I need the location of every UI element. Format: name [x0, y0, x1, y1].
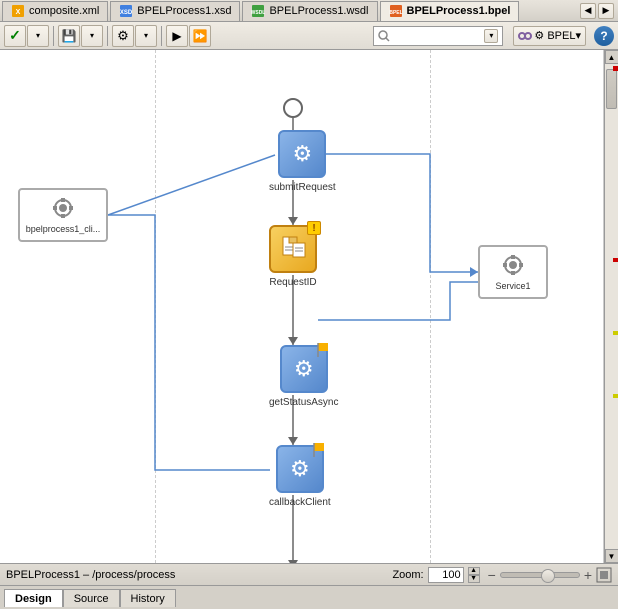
run2-btn[interactable]: ⏩	[189, 25, 211, 47]
search-icon	[378, 30, 390, 42]
title-bar: X composite.xml XSD BPELProcess1.xsd WSD…	[0, 0, 618, 22]
canvas[interactable]: ⚙ submitRequest ! RequestID	[0, 50, 604, 563]
node-submit-request[interactable]: ⚙ submitRequest	[269, 130, 336, 193]
zoom-area: Zoom: ▲ ▼	[392, 567, 479, 583]
scroll-marker-red-top	[613, 66, 618, 71]
zoom-in-icon[interactable]: +	[584, 567, 592, 583]
xml-icon: X	[11, 4, 25, 18]
sep1	[53, 26, 54, 46]
node-callback[interactable]: ⚙ callbackClient	[269, 445, 331, 508]
ext-box-bpelclient[interactable]: bpelprocess1_cli...	[18, 188, 108, 242]
v-scrollbar: ▲ ▼	[604, 50, 618, 563]
gear-icon-ext	[51, 196, 75, 220]
scroll-marker-red-mid	[613, 258, 618, 262]
save-btn[interactable]: 💾	[58, 25, 80, 47]
svc-box-service1[interactable]: Service1	[478, 245, 548, 299]
node-box-submit[interactable]: ⚙	[278, 130, 326, 178]
node-label-callback: callbackClient	[269, 497, 331, 508]
xsd-icon: XSD	[119, 4, 133, 18]
bottom-tab-history[interactable]: History	[120, 589, 176, 607]
doc-icon	[279, 235, 307, 263]
ext-box-label: bpelprocess1_cli...	[26, 224, 101, 234]
zoom-fit-icon[interactable]	[596, 567, 612, 583]
gear-icon-callback: ⚙	[290, 456, 310, 482]
node-box-request[interactable]: !	[269, 225, 317, 273]
zoom-slider[interactable]	[500, 572, 580, 578]
win-next-btn[interactable]: ▶	[598, 3, 614, 19]
node-label-status: getStatusAsync	[269, 397, 338, 408]
search-box: ▾	[373, 26, 503, 46]
sep2	[107, 26, 108, 46]
search-dd-btn[interactable]: ▾	[484, 29, 498, 43]
zoom-slider-thumb[interactable]	[541, 569, 555, 583]
node-box-callback[interactable]: ⚙	[276, 445, 324, 493]
win-prev-btn[interactable]: ◀	[580, 3, 596, 19]
bpel-menu-btn[interactable]: ⚙ BPEL▾	[513, 26, 586, 46]
scroll-thumb[interactable]	[606, 69, 617, 109]
toolbar: ✓ ▾ 💾 ▾ ⚙ ▾ ▶ ⏩ ▾ ⚙ BPEL▾ ?	[0, 22, 618, 50]
bottom-tabs: Design Source History	[0, 585, 618, 607]
gear-icon-svc	[501, 253, 525, 277]
gear-btn[interactable]: ⚙	[112, 25, 134, 47]
scroll-down-btn[interactable]: ▼	[605, 549, 618, 563]
zoom-up-btn[interactable]: ▲	[468, 567, 480, 575]
svg-text:BPEL: BPEL	[389, 10, 402, 16]
node-label-submit: submitRequest	[269, 182, 336, 193]
wsdl-icon: WSDL	[251, 4, 265, 18]
sep3	[161, 26, 162, 46]
status-path: BPELProcess1 – /process/process	[6, 569, 384, 581]
scroll-marker-yellow	[613, 331, 618, 335]
gear-icon-submit: ⚙	[292, 141, 312, 167]
zoom-input[interactable]	[428, 567, 464, 583]
zoom-label: Zoom:	[392, 569, 423, 581]
bpel-icon: BPEL	[389, 4, 403, 18]
zoom-out-icon[interactable]: −	[488, 567, 496, 583]
node-request-id[interactable]: ! RequestID	[269, 225, 317, 288]
main-area: ⚙ submitRequest ! RequestID	[0, 50, 618, 563]
lane-line-right	[430, 50, 431, 563]
warning-badge: !	[307, 221, 321, 235]
help-btn[interactable]: ?	[594, 26, 614, 46]
scroll-marker-yellow2	[613, 394, 618, 398]
node-label-request: RequestID	[269, 277, 316, 288]
svg-text:X: X	[16, 9, 21, 16]
slider-area: − +	[488, 567, 612, 583]
gear-icon-status: ⚙	[294, 356, 314, 382]
flag-badge-status	[317, 342, 331, 361]
svg-text:WSDL: WSDL	[251, 10, 265, 16]
tab-composite-xml[interactable]: X composite.xml	[2, 1, 108, 21]
run-btn[interactable]: ▶	[166, 25, 188, 47]
svg-text:XSD: XSD	[120, 10, 133, 16]
chain-icon	[518, 29, 532, 43]
status-bar: BPELProcess1 – /process/process Zoom: ▲ …	[0, 563, 618, 585]
bottom-tab-source[interactable]: Source	[63, 589, 120, 607]
tab-wsdl[interactable]: WSDL BPELProcess1.wsdl	[242, 1, 377, 21]
svc-label: Service1	[495, 281, 530, 291]
search-input[interactable]	[392, 30, 482, 42]
gear-dd-btn[interactable]: ▾	[135, 25, 157, 47]
node-get-status[interactable]: ⚙ getStatusAsync	[269, 345, 338, 408]
dropdown-arrow-btn[interactable]: ▾	[27, 25, 49, 47]
start-node[interactable]	[283, 98, 303, 118]
scroll-up-btn[interactable]: ▲	[605, 50, 618, 64]
flag-badge-callback	[313, 442, 327, 461]
node-box-status[interactable]: ⚙	[280, 345, 328, 393]
bottom-tab-design[interactable]: Design	[4, 589, 63, 607]
save-dd-btn[interactable]: ▾	[81, 25, 103, 47]
tab-bpel[interactable]: BPEL BPELProcess1.bpel	[380, 1, 520, 21]
scroll-track[interactable]	[605, 64, 618, 549]
zoom-spinner: ▲ ▼	[468, 567, 480, 583]
zoom-down-btn[interactable]: ▼	[468, 575, 480, 583]
validate-btn[interactable]: ✓	[4, 25, 26, 47]
tab-xsd[interactable]: XSD BPELProcess1.xsd	[110, 1, 240, 21]
lane-line-left	[155, 50, 156, 563]
